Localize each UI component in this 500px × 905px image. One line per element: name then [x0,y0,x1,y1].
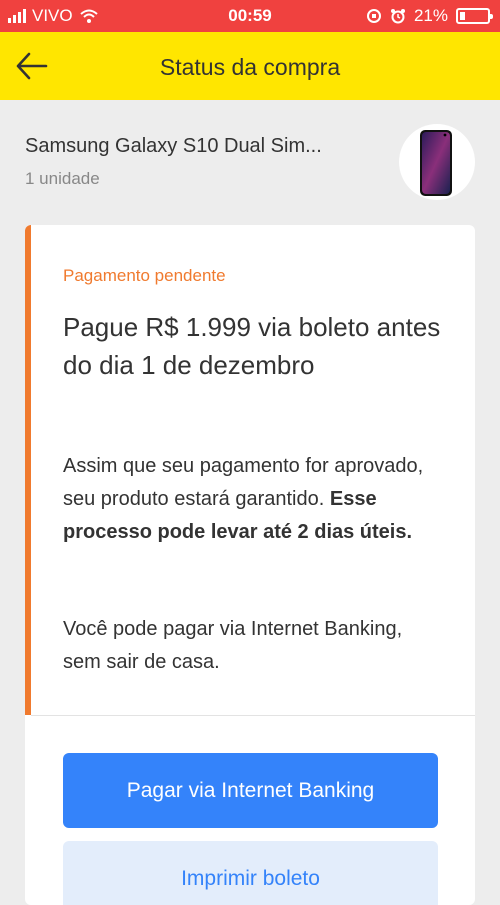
phone-image [420,130,452,196]
payment-description: Assim que seu pagamento for aprovado, se… [63,450,443,549]
status-right: 21% [366,6,493,26]
product-thumbnail [399,124,475,200]
battery-percent: 21% [413,6,448,25]
page-title: Status da compra [159,54,341,80]
pay-internet-banking-button[interactable]: Pagar via Internet Banking [63,753,438,828]
battery-icon [456,8,493,24]
rotation-lock-icon [366,9,381,23]
alarm-icon [390,9,405,24]
payment-card: Pagamento pendente Pague R$ 1.999 via bo… [25,225,475,905]
app-header: Status da compra [0,32,500,100]
payment-status: Pagamento pendente [63,266,226,285]
payment-note: Você pode pagar via Internet Banking, se… [63,618,403,673]
status-accent-bar [25,225,31,715]
status-bar: VIVO 00:59 21% [0,0,500,32]
print-boleto-button[interactable]: Imprimir boleto [63,841,438,905]
product-quantity: 1 unidade [25,169,100,188]
divider [31,715,475,716]
payment-headline: Pague R$ 1.999 via boleto antes do dia 1… [63,312,441,380]
product-name: Samsung Galaxy S10 Dual Sim... [25,135,322,157]
